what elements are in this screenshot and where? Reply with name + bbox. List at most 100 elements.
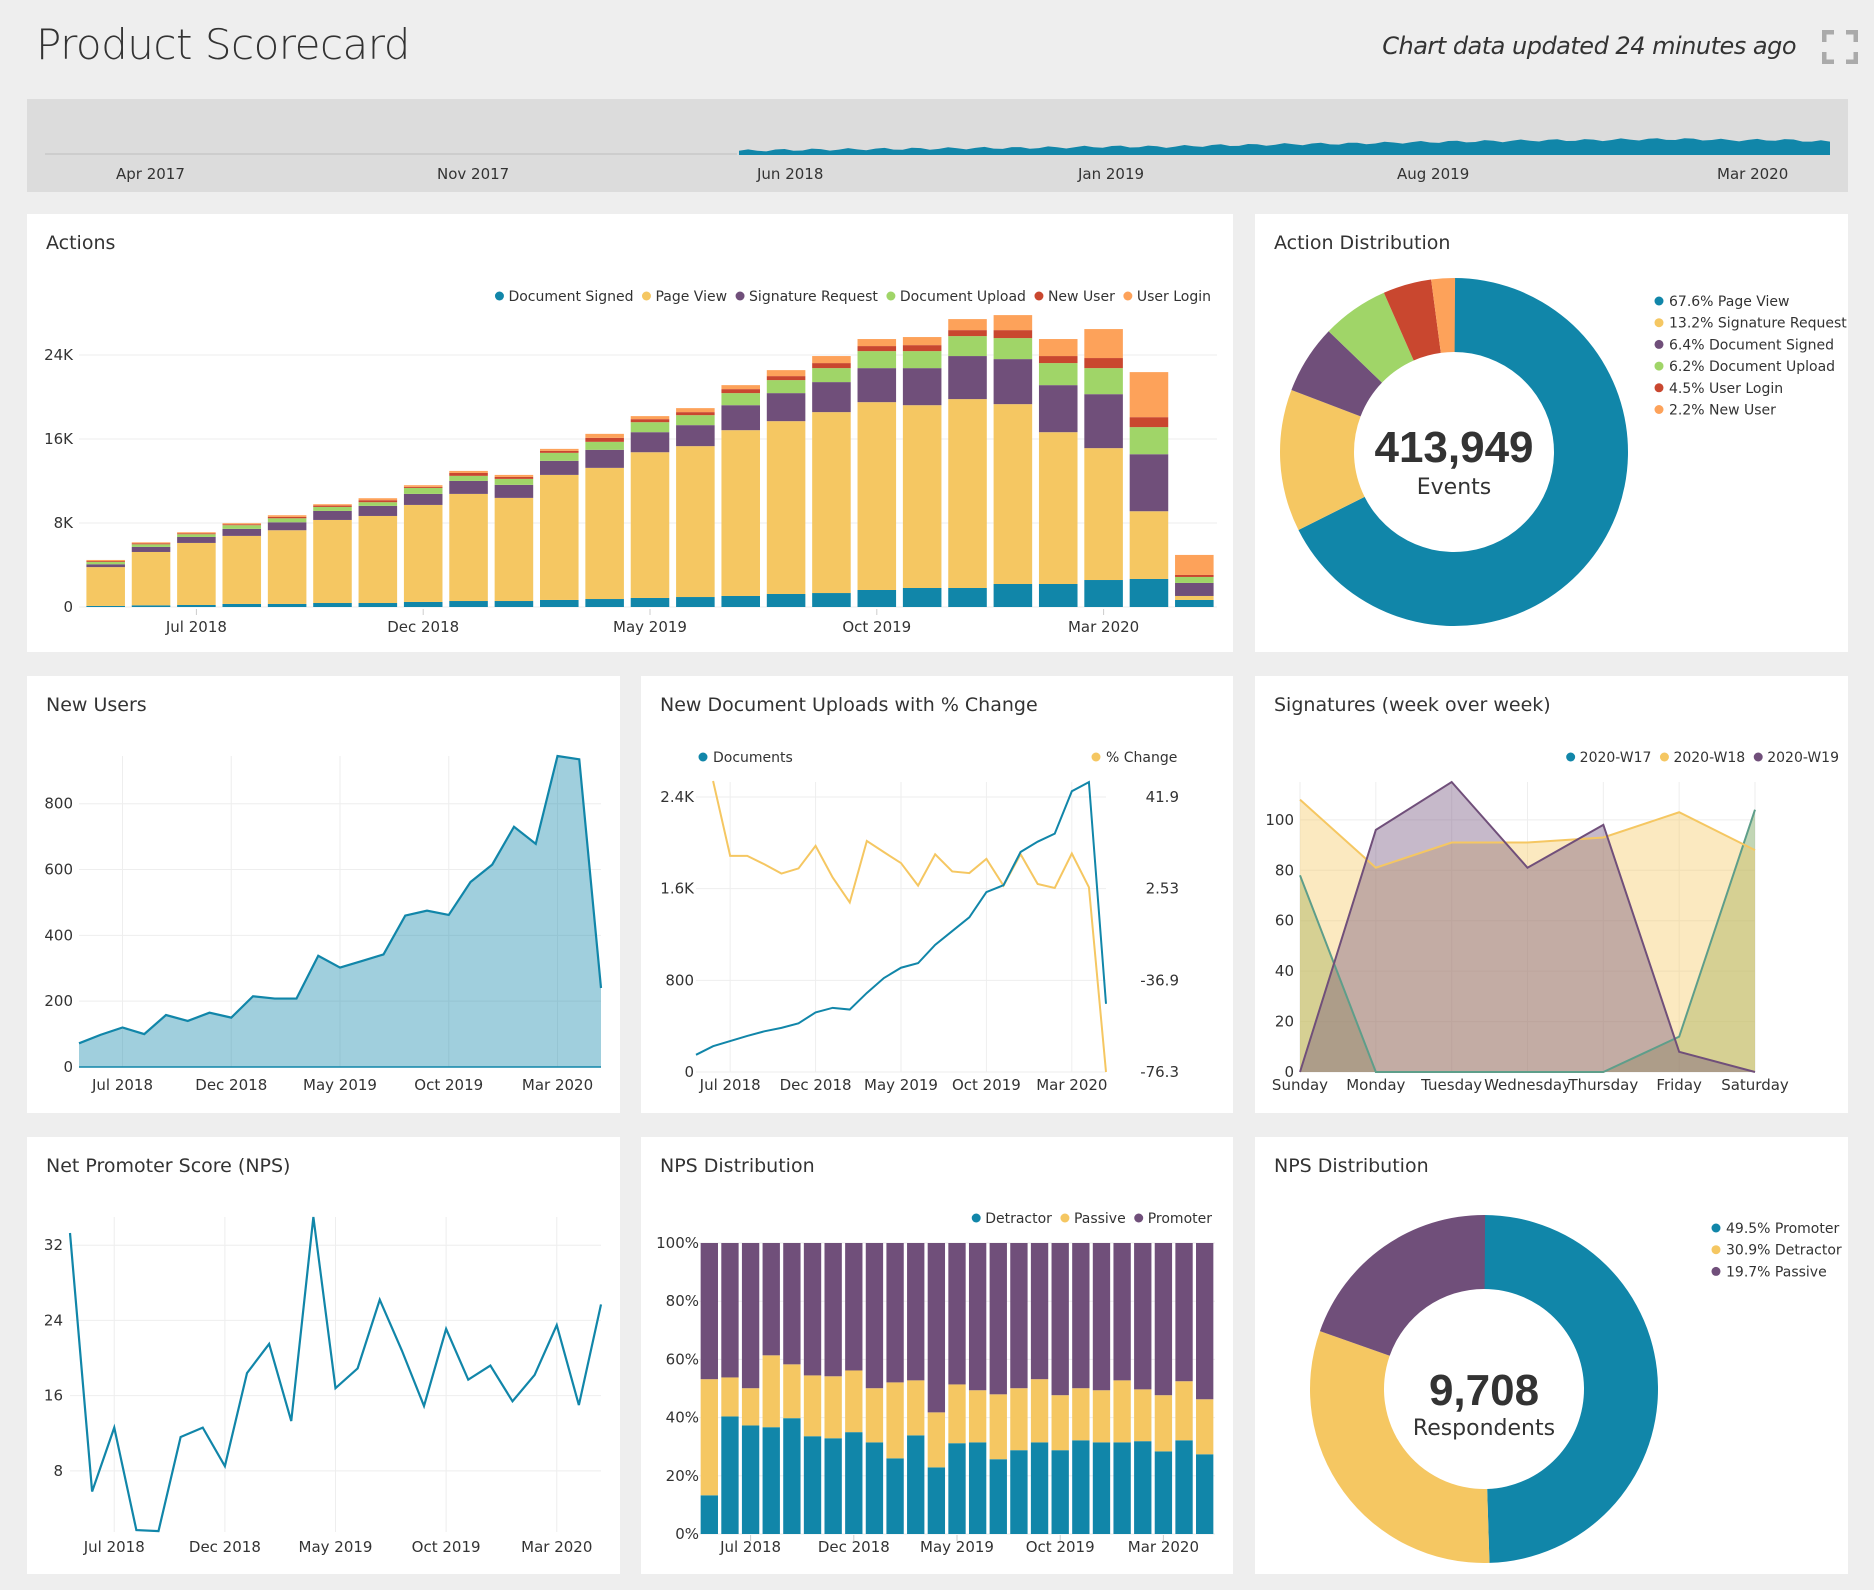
- bar-segment-document-upload: [494, 478, 534, 485]
- y-tick-label: 100%: [656, 1234, 699, 1252]
- y2-tick-label: -76.3: [1140, 1063, 1179, 1081]
- x-tick-label: May 2019: [613, 618, 687, 636]
- nps-donut-chart[interactable]: 9,708Respondents 49.5% Promoter 30.9% Detr…: [1255, 1137, 1848, 1574]
- x-tick-label: Saturday: [1721, 1076, 1789, 1094]
- y-tick-label: 0: [1284, 1063, 1294, 1081]
- y-tick-label: 60%: [666, 1350, 699, 1368]
- bar-segment-document-upload: [1175, 576, 1214, 583]
- y-tick-label: 24K: [44, 346, 74, 364]
- y-tick-label: 16: [44, 1387, 63, 1405]
- bar-segment-document-signed: [1175, 599, 1214, 607]
- bar-segment-passive: [865, 1388, 884, 1443]
- nps-chart[interactable]: Jul 2018 Dec 2018 May 2019 Oct 2019 Mar 2020…: [27, 1137, 620, 1574]
- donut-total-value: 413,949: [1374, 423, 1533, 472]
- y-tick-label: 40: [1275, 962, 1294, 980]
- x-tick-label: Dec 2018: [387, 618, 459, 636]
- bar-segment-detractor: [721, 1416, 739, 1534]
- bar-segment-promoter: [721, 1243, 739, 1378]
- bar-segment-detractor: [886, 1458, 904, 1534]
- legend-label: 67.6% Page View: [1669, 294, 1790, 310]
- y-tick-label: 800: [44, 795, 73, 813]
- bar-segment-passive: [1010, 1388, 1028, 1451]
- bar-segment-new-user: [131, 543, 171, 545]
- bar-segment-document-upload: [403, 487, 443, 494]
- bar-segment-page-view: [494, 497, 534, 602]
- bar-segment-new-user: [177, 533, 216, 535]
- bar-segment-detractor: [762, 1427, 780, 1534]
- bar-segment-new-user: [267, 516, 307, 519]
- bar-segment-promoter: [948, 1243, 966, 1385]
- legend-label: Signature Request: [749, 289, 878, 305]
- fullscreen-button[interactable]: [1821, 29, 1859, 65]
- bar-segment-page-view: [449, 493, 488, 602]
- bar-segment-document-signed: [721, 595, 760, 607]
- actions-chart[interactable]: 0 8K 16K 24K Jul 2018 Dec 2018 May 2019 Oct 201…: [27, 214, 1233, 652]
- bar-segment-signature-request: [948, 356, 987, 400]
- time-range-navigator[interactable]: Apr 2017 Nov 2017 Jun 2018 Jan 2019 Aug 2019…: [27, 99, 1848, 192]
- bar-segment-user-login: [948, 319, 987, 331]
- bar-segment-promoter: [886, 1243, 904, 1383]
- bar-segment-page-view: [766, 421, 806, 594]
- card-new-users: New Users Jul 2018 Dec 2018 May 2019 Oct 20…: [27, 676, 620, 1113]
- legend-label: Passive: [1074, 1211, 1126, 1227]
- bar-segment-passive: [762, 1355, 780, 1428]
- bar-segment-promoter: [865, 1243, 884, 1389]
- bar-segment-passive: [824, 1376, 842, 1439]
- y-tick-label: 20%: [666, 1467, 699, 1485]
- bar-segment-promoter: [762, 1243, 780, 1356]
- y-tick-label: 600: [44, 861, 73, 879]
- y-tick-label: 16K: [44, 430, 74, 448]
- bar-segment-page-view: [857, 402, 897, 590]
- action-distribution-chart[interactable]: 413,949 Events 67.6% Page View 13.2% Signat…: [1255, 214, 1848, 652]
- bar-segment-new-user: [721, 389, 760, 394]
- bar-segment-document-upload: [948, 336, 987, 357]
- bar-segment-document-upload: [358, 502, 398, 506]
- bar-segment-page-view: [676, 446, 715, 598]
- bar-segment-document-signed: [540, 599, 579, 607]
- bar-segment-signature-request: [676, 425, 715, 447]
- bar-segment-document-upload: [222, 525, 262, 529]
- bar-segment-passive: [948, 1384, 966, 1444]
- bar-segment-passive: [721, 1377, 739, 1417]
- y-tick-label: 8K: [54, 514, 75, 532]
- signatures-chart[interactable]: Sunday Monday Tuesday WednesdayThursday Frid…: [1255, 676, 1848, 1113]
- bar-segment-signature-request: [403, 493, 443, 505]
- legend-label: Promoter: [1148, 1211, 1213, 1227]
- bar-segment-new-user: [766, 376, 806, 381]
- minimap-chart[interactable]: Apr 2017 Nov 2017 Jun 2018 Jan 2019 Aug 2019…: [27, 99, 1848, 192]
- bar-segment-new-user: [676, 412, 715, 416]
- bar-segment-detractor: [741, 1425, 760, 1534]
- new-users-chart[interactable]: Jul 2018 Dec 2018 May 2019 Oct 2019 Mar 2020…: [27, 676, 620, 1113]
- bar-segment-document-upload: [585, 441, 624, 450]
- bar-segment-new-user: [1038, 356, 1078, 364]
- bar-segment-page-view: [1175, 595, 1214, 600]
- y-tick-label: 0: [63, 598, 73, 616]
- legend-dot-icon: [1711, 1245, 1721, 1255]
- x-tick-label: Wednesday: [1484, 1076, 1571, 1094]
- y-tick-label: 20: [1275, 1013, 1294, 1031]
- bar-segment-document-signed: [494, 601, 534, 607]
- line-percent-change: [712, 780, 1107, 1073]
- document-uploads-chart[interactable]: Jul 2018 Dec 2018 May 2019 Oct 2019 Mar 2020…: [641, 676, 1233, 1113]
- bar-segment-document-signed: [993, 584, 1033, 607]
- bar-segment-new-user: [585, 437, 624, 442]
- bar-segment-page-view: [222, 535, 262, 604]
- x-tick-label: Monday: [1346, 1076, 1405, 1094]
- bar-segment-passive: [1030, 1379, 1049, 1443]
- bar-segment-signature-request: [313, 510, 352, 520]
- bar-segment-document-signed: [948, 587, 987, 607]
- y-tick-label: 100: [1265, 811, 1294, 829]
- legend-label: Documents: [713, 750, 793, 766]
- bar-segment-passive: [1113, 1380, 1131, 1443]
- x-tick-label: Mar 2020: [522, 1076, 593, 1094]
- x-tick-label: Thursday: [1567, 1076, 1638, 1094]
- bar-segment-new-user: [993, 330, 1033, 339]
- bar-segment-signature-request: [540, 460, 579, 475]
- bar-segment-signature-request: [177, 536, 216, 543]
- bar-segment-signature-request: [1175, 582, 1214, 596]
- legend-label: 2020-W19: [1767, 750, 1839, 766]
- bar-segment-detractor: [865, 1442, 884, 1534]
- bar-segment-document-signed: [1084, 580, 1123, 607]
- nps-distribution-chart[interactable]: 0% 20% 40% 60% 80% 100% Jul 2018 Dec 2018 May 20…: [641, 1137, 1233, 1574]
- x-tick-label: Tuesday: [1420, 1076, 1482, 1094]
